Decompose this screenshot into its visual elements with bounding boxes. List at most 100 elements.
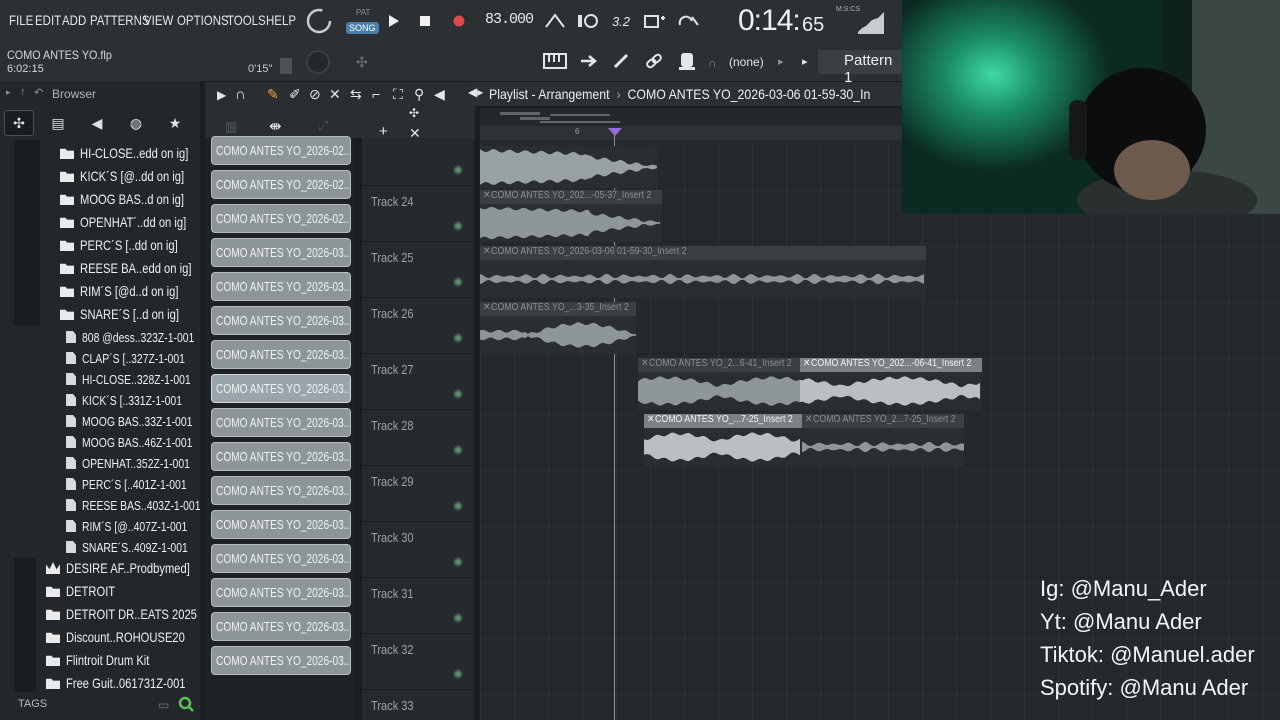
- clip-source-button[interactable]: COMO ANTES YO_2026-02...: [211, 136, 351, 165]
- piano-roll-icon[interactable]: [543, 53, 567, 69]
- browser-file-item[interactable]: MOOG BAS..46Z-1-001: [66, 431, 220, 453]
- mixer-icon[interactable]: [678, 51, 696, 71]
- tab-favorites-icon[interactable]: ★: [160, 110, 190, 136]
- tempo-display[interactable]: 83.000: [485, 11, 534, 28]
- wait-record-icon[interactable]: [576, 10, 600, 32]
- stop-button[interactable]: [416, 10, 434, 32]
- clip-source-button[interactable]: COMO ANTES YO_2026-03...: [211, 374, 351, 403]
- clip-menu-icon[interactable]: ✕: [483, 246, 490, 257]
- track-row[interactable]: Track 32: [362, 634, 474, 690]
- cable-icon[interactable]: ⤢: [318, 118, 328, 134]
- clip-menu-icon[interactable]: ✕: [483, 302, 490, 313]
- clip-source-button[interactable]: COMO ANTES YO_2026-03...: [211, 646, 351, 675]
- move-icon[interactable]: ✣: [409, 106, 419, 120]
- browser-folder-item[interactable]: PERC´S [..dd on ig]: [60, 234, 202, 256]
- magnet-icon[interactable]: ∩: [235, 86, 246, 103]
- track-row[interactable]: [362, 130, 474, 186]
- midi-input-icon[interactable]: ✣: [356, 54, 376, 70]
- clip-source-button[interactable]: COMO ANTES YO_2026-03...: [211, 238, 351, 267]
- browser-file-item[interactable]: CLAP´S [..327Z-1-001: [66, 347, 211, 369]
- audio-clip-caption[interactable]: ✕ COMO ANTES YO_2026-03-06 01-59-30_Inse…: [480, 246, 926, 260]
- clip-source-button[interactable]: COMO ANTES YO_2026-03...: [211, 544, 351, 573]
- browser-folder-item[interactable]: KICK´S [@..dd on ig]: [60, 165, 210, 187]
- audio-clip-caption[interactable]: ✕ COMO ANTES YO_...3-35_Insert 2: [480, 302, 636, 316]
- slice-tool-icon[interactable]: ⌐: [372, 86, 380, 102]
- up-arrow-icon[interactable]: ↑: [20, 86, 26, 98]
- folder-icon[interactable]: ▭: [158, 698, 169, 712]
- browser-file-item[interactable]: OPENHAT..352Z-1-001: [66, 452, 217, 474]
- browser-file-item[interactable]: SNARE´S..409Z-1-001: [66, 536, 214, 558]
- pattern-dropdown-icon[interactable]: ▸: [802, 55, 808, 68]
- browser-file-item[interactable]: 808 @dess..323Z-1-001: [66, 326, 222, 348]
- clip-source-button[interactable]: COMO ANTES YO_2026-03...: [211, 442, 351, 471]
- browser-collapse-icon[interactable]: ▸: [6, 87, 11, 98]
- playlist-menu-arrow-icon[interactable]: ▶: [217, 88, 226, 102]
- audio-clip-caption[interactable]: ✕ COMO ANTES YO_202...-05-37_Insert 2: [480, 190, 662, 204]
- menu-file[interactable]: FILE: [9, 12, 33, 28]
- browser-folder-item[interactable]: Discount..ROHOUSE20: [46, 626, 215, 648]
- track-row[interactable]: Track 31: [362, 578, 474, 634]
- clip-menu-icon[interactable]: ✕: [647, 414, 654, 425]
- menu-edit[interactable]: EDIT: [35, 12, 61, 28]
- pattern-selector-value[interactable]: (none): [729, 55, 764, 69]
- playlist-options-icon[interactable]: ◀▸: [468, 85, 483, 99]
- browser-folder-item[interactable]: MOOG BAS..d on ig]: [60, 188, 210, 210]
- clip-source-button[interactable]: COMO ANTES YO_2026-02...: [211, 170, 351, 199]
- menu-add[interactable]: ADD: [62, 12, 86, 28]
- audio-clip-caption[interactable]: ✕ COMO ANTES YO_2...7-25_Insert 2: [802, 414, 964, 428]
- clip-source-button[interactable]: COMO ANTES YO_2026-03...: [211, 340, 351, 369]
- audio-clip[interactable]: ✕ COMO ANTES YO_202...-06-41_Insert 2: [800, 358, 982, 410]
- metronome-icon[interactable]: [543, 10, 567, 32]
- audio-clip[interactable]: ✕ COMO ANTES YO_2...6-41_Insert 2: [638, 358, 800, 410]
- tab-project-icon[interactable]: ▤: [43, 110, 73, 136]
- history-back-icon[interactable]: ↶: [34, 86, 43, 99]
- menu-help[interactable]: HELP: [266, 12, 296, 28]
- channel-arrows-icon[interactable]: ⇼: [269, 117, 282, 135]
- pattern-name-button[interactable]: Pattern 1: [818, 50, 904, 86]
- track-enable-icon[interactable]: [453, 389, 463, 399]
- zoom-tool-icon[interactable]: ⚲: [414, 86, 424, 103]
- browser-folder-item[interactable]: OPENHAT´..dd on ig]: [60, 211, 213, 233]
- link-icon[interactable]: [645, 53, 663, 69]
- clip-source-button[interactable]: COMO ANTES YO_2026-03...: [211, 578, 351, 607]
- track-row[interactable]: Track 28: [362, 410, 474, 466]
- time-format-label[interactable]: M:S:CS: [836, 6, 860, 13]
- browser-file-item[interactable]: MOOG BAS..33Z-1-001: [66, 410, 220, 432]
- track-row[interactable]: Track 29: [362, 466, 474, 522]
- tab-online-icon[interactable]: ◍: [121, 110, 151, 136]
- menu-tools[interactable]: TOOLS: [227, 12, 266, 28]
- audio-clip[interactable]: ✕ COMO ANTES YO_2026-03-06 01-59-30_Inse…: [480, 246, 926, 298]
- audio-clip-caption[interactable]: ✕ COMO ANTES YO_2...6-41_Insert 2: [638, 358, 800, 372]
- paint-tool-icon[interactable]: ✐: [289, 86, 301, 103]
- track-row[interactable]: Track 30: [362, 522, 474, 578]
- browser-folder-item[interactable]: SNARE´S [..d on ig]: [60, 303, 204, 325]
- clip-source-button[interactable]: COMO ANTES YO_2026-03...: [211, 612, 351, 641]
- track-enable-icon[interactable]: [453, 557, 463, 567]
- slip-tool-icon[interactable]: ⇆: [350, 86, 362, 103]
- clip-menu-icon[interactable]: ✕: [805, 414, 812, 425]
- browser-folder-item[interactable]: DESIRE AF..Prodbymed]: [46, 557, 221, 579]
- loop-record-icon[interactable]: [676, 10, 700, 32]
- tab-plugins-icon[interactable]: ◀: [82, 110, 112, 136]
- draw-tool-icon[interactable]: ✎: [267, 86, 279, 103]
- browser-file-item[interactable]: RIM´S [@..407Z-1-001: [66, 515, 214, 537]
- clip-source-button[interactable]: COMO ANTES YO_2026-02...: [211, 204, 351, 233]
- track-row[interactable]: Track 24: [362, 186, 474, 242]
- menu-options[interactable]: OPTIONS: [177, 12, 229, 28]
- track-row[interactable]: Track 26: [362, 298, 474, 354]
- browser-folder-item[interactable]: Flintroit Drum Kit: [46, 649, 170, 671]
- snap-display[interactable]: 3.2: [608, 10, 634, 32]
- plugin-picker-icon[interactable]: [613, 53, 631, 69]
- browser-file-item[interactable]: HI-CLOSE..328Z-1-001: [66, 368, 218, 390]
- track-enable-icon[interactable]: [453, 501, 463, 511]
- browser-file-item[interactable]: KICK´S [..331Z-1-001: [66, 389, 207, 411]
- clip-source-button[interactable]: COMO ANTES YO_2026-03...: [211, 272, 351, 301]
- next-pattern-arrow-icon[interactable]: ▸: [778, 55, 784, 68]
- track-row[interactable]: Track 27: [362, 354, 474, 410]
- track-enable-icon[interactable]: [453, 221, 463, 231]
- clip-menu-icon[interactable]: ✕: [803, 358, 810, 369]
- track-enable-icon[interactable]: [453, 277, 463, 287]
- menu-view[interactable]: VIEW: [144, 12, 173, 28]
- audio-clip[interactable]: ✕ COMO ANTES YO_2...7-25_Insert 2: [802, 414, 964, 466]
- track-enable-icon[interactable]: [453, 613, 463, 623]
